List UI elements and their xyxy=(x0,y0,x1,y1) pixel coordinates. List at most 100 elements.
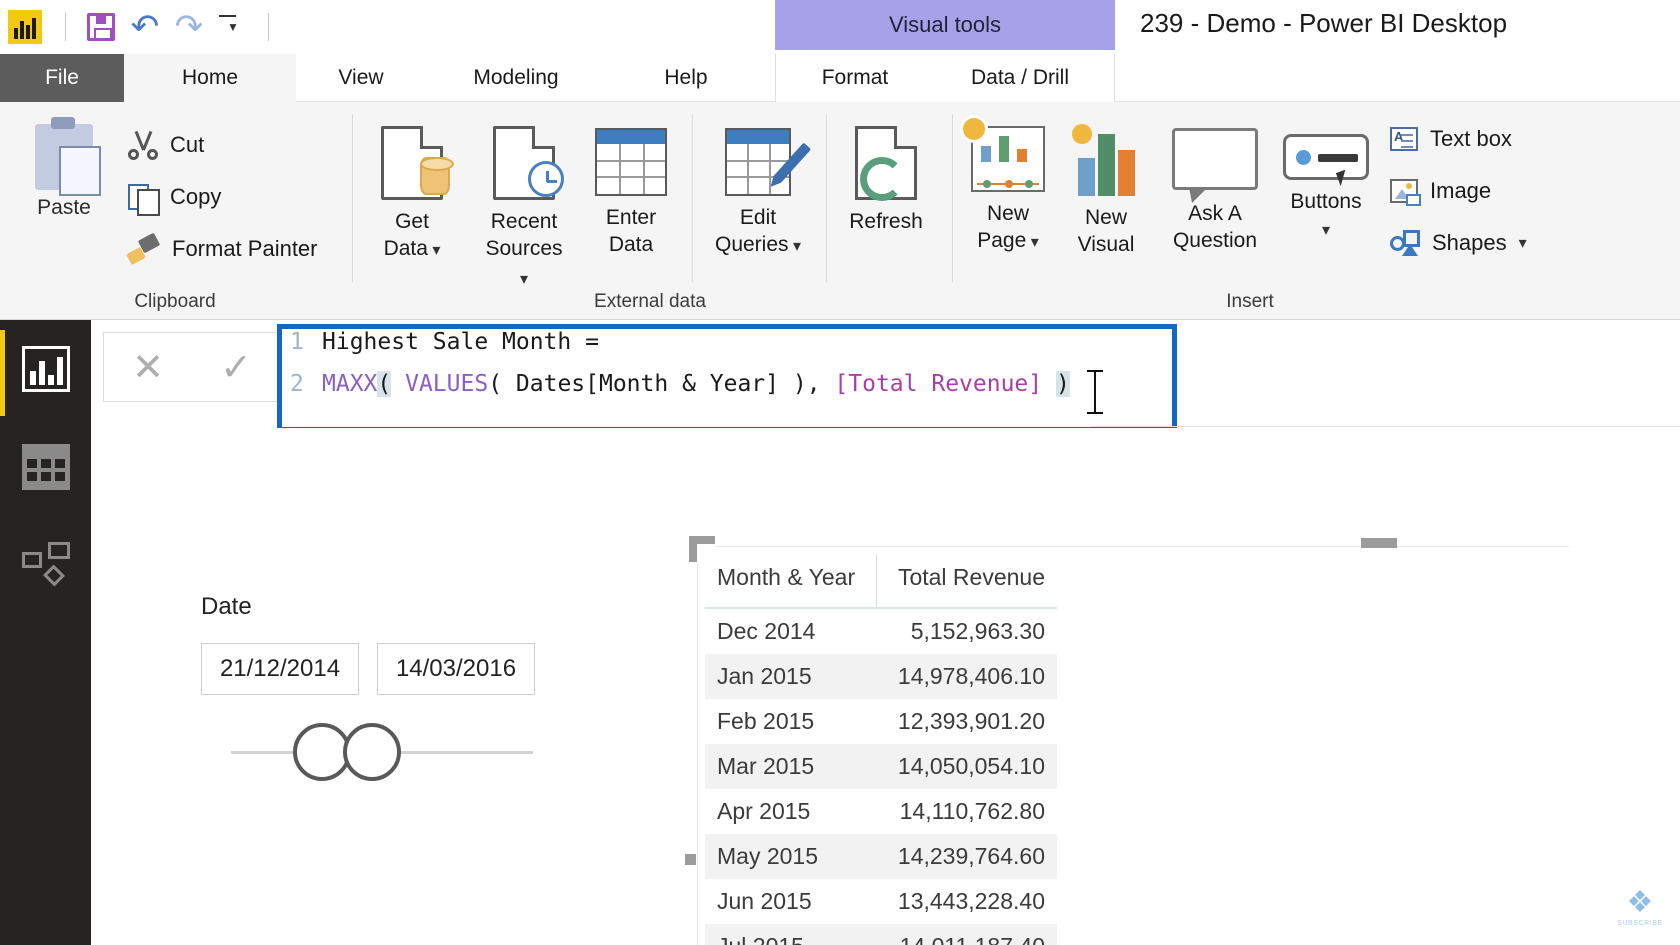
table-row[interactable]: May 2015 14,239,764.60 xyxy=(705,834,1057,879)
quick-access-toolbar: ↶ ↷ ▼ xyxy=(8,4,282,50)
recent-sources-button[interactable]: Recent Sources ▾ xyxy=(484,126,564,293)
tab-view[interactable]: View xyxy=(300,54,422,102)
tab-modeling[interactable]: Modeling xyxy=(428,54,604,102)
commit-formula-icon[interactable]: ✓ xyxy=(220,348,252,386)
divider xyxy=(692,114,693,282)
customize-quick-access-button[interactable]: ▼ xyxy=(211,5,255,49)
redo-button[interactable]: ↷ xyxy=(167,5,211,49)
divider xyxy=(268,13,269,41)
divider xyxy=(1090,426,1680,427)
power-bi-desktop-window: ↶ ↷ ▼ Visual tools 239 - Demo - Power BI… xyxy=(0,0,1680,945)
formula-input[interactable]: 1 Highest Sale Month = 2 MAXX( VALUES( D… xyxy=(277,324,1177,432)
shapes-button[interactable]: Shapes ▾ xyxy=(1390,230,1527,256)
data-view-icon xyxy=(22,444,70,490)
resize-handle-top-center[interactable] xyxy=(1361,538,1397,548)
redo-icon: ↷ xyxy=(174,7,204,47)
report-view-icon xyxy=(22,346,70,392)
scissors-icon xyxy=(128,130,158,160)
edit-queries-label-line2: Queries xyxy=(714,233,789,256)
text-box-label: Text box xyxy=(1430,126,1512,151)
chevron-down-icon[interactable]: ▾ xyxy=(428,242,440,259)
cancel-formula-icon[interactable]: ✕ xyxy=(132,348,164,386)
sidebar-item-data-view[interactable] xyxy=(22,444,70,492)
copy-button[interactable]: Copy xyxy=(128,182,222,216)
refresh-button[interactable]: Refresh xyxy=(838,126,934,235)
enter-data-icon xyxy=(595,128,667,196)
chevron-down-icon[interactable]: ▾ xyxy=(520,271,528,288)
table-row[interactable]: Apr 2015 14,110,762.80 xyxy=(705,789,1057,834)
table-visual[interactable]: Month & Year Total Revenue Dec 2014 5,15… xyxy=(685,536,1569,945)
recent-sources-label-line1: Recent xyxy=(490,210,558,233)
edit-queries-button[interactable]: Edit Queries ▾ xyxy=(712,126,812,260)
paste-label: Paste xyxy=(37,196,91,219)
divider xyxy=(952,114,953,282)
new-visual-button[interactable]: New Visual xyxy=(1066,124,1146,258)
cut-button[interactable]: Cut xyxy=(128,130,204,160)
column-header-month-year[interactable]: Month & Year xyxy=(705,554,877,609)
buttons-button[interactable]: Buttons ▾ xyxy=(1278,124,1374,244)
report-canvas[interactable]: Date 21/12/2014 14/03/2016 Month & Year xyxy=(91,428,1680,945)
tab-data-drill[interactable]: Data / Drill xyxy=(930,54,1110,102)
table-row[interactable]: Feb 2015 12,393,901.20 xyxy=(705,699,1057,744)
text-box-button[interactable]: Text box xyxy=(1390,126,1512,152)
slicer-start-date-input[interactable]: 21/12/2014 xyxy=(201,643,359,695)
cut-label: Cut xyxy=(170,132,205,157)
save-button[interactable] xyxy=(79,5,123,49)
table-row[interactable]: Jun 2015 13,443,228.40 xyxy=(705,879,1057,924)
copy-label: Copy xyxy=(170,184,222,209)
recent-sources-icon xyxy=(493,126,564,200)
chevron-down-icon[interactable]: ▾ xyxy=(1322,222,1330,239)
cell-total-revenue: 13,443,228.40 xyxy=(897,888,1045,914)
line-number: 1 xyxy=(290,329,304,355)
cell-total-revenue: 14,050,054.10 xyxy=(897,753,1045,779)
formula-line-2: 2 MAXX( VALUES( Dates[Month & Year] ), [… xyxy=(282,371,1172,413)
refresh-icon xyxy=(855,126,917,201)
date-slicer-visual[interactable]: Date 21/12/2014 14/03/2016 xyxy=(201,593,541,783)
resize-handle-left-middle[interactable] xyxy=(685,854,696,865)
format-painter-button[interactable]: Format Painter xyxy=(128,234,318,264)
edit-queries-icon xyxy=(725,128,812,196)
new-page-button[interactable]: New Page ▾ xyxy=(963,118,1050,256)
refresh-label: Refresh xyxy=(849,210,923,233)
tab-format[interactable]: Format xyxy=(785,54,925,102)
table-row[interactable]: Dec 2014 5,152,963.30 xyxy=(705,608,1057,654)
slicer-range-track[interactable] xyxy=(201,723,541,783)
cell-total-revenue: 14,011,187.40 xyxy=(876,924,1057,945)
undo-button[interactable]: ↶ xyxy=(123,5,167,49)
image-icon xyxy=(1390,179,1421,206)
slicer-end-date-input[interactable]: 14/03/2016 xyxy=(377,643,535,695)
slicer-end-handle[interactable] xyxy=(343,723,401,781)
get-data-label-line2: Data xyxy=(383,237,428,260)
cell-total-revenue: 14,978,406.10 xyxy=(897,663,1045,689)
shapes-label: Shapes xyxy=(1432,230,1507,255)
cell-month-year: Mar 2015 xyxy=(717,753,815,779)
subscribe-icon: ❖ xyxy=(1626,886,1654,919)
sidebar-item-model-view[interactable] xyxy=(22,542,70,590)
line-number: 2 xyxy=(290,371,304,397)
column-header-total-revenue[interactable]: Total Revenue xyxy=(875,554,1057,609)
get-data-button[interactable]: Get Data ▾ xyxy=(376,126,454,264)
ask-a-question-button[interactable]: Ask A Question xyxy=(1160,124,1270,254)
chevron-down-icon[interactable]: ▾ xyxy=(1519,233,1527,253)
paste-button[interactable]: Paste xyxy=(18,117,110,220)
tab-help[interactable]: Help xyxy=(616,54,756,102)
group-label-external-data: External data xyxy=(594,291,706,312)
chevron-down-icon[interactable]: ▾ xyxy=(789,238,801,255)
new-visual-icon xyxy=(1070,124,1142,196)
sidebar-item-report-view[interactable] xyxy=(22,346,70,394)
view-navigation-rail xyxy=(0,320,91,945)
tab-file[interactable]: File xyxy=(0,54,124,102)
cell-month-year: Feb 2015 xyxy=(717,708,815,734)
new-page-icon xyxy=(963,118,1045,192)
tab-home[interactable]: Home xyxy=(124,54,296,102)
table-row[interactable]: Jul 2015 14,011,187.40 xyxy=(705,924,1057,945)
table-row[interactable]: Mar 2015 14,050,054.10 xyxy=(705,744,1057,789)
chevron-down-icon[interactable]: ▾ xyxy=(1026,234,1039,251)
save-icon xyxy=(87,13,115,41)
table-row[interactable]: Jan 2015 14,978,406.10 xyxy=(705,654,1057,699)
speech-bubble-icon xyxy=(1172,128,1258,203)
enter-data-label-line2: Data xyxy=(608,233,654,256)
image-button[interactable]: Image xyxy=(1390,178,1491,206)
enter-data-button[interactable]: Enter Data xyxy=(594,126,668,258)
